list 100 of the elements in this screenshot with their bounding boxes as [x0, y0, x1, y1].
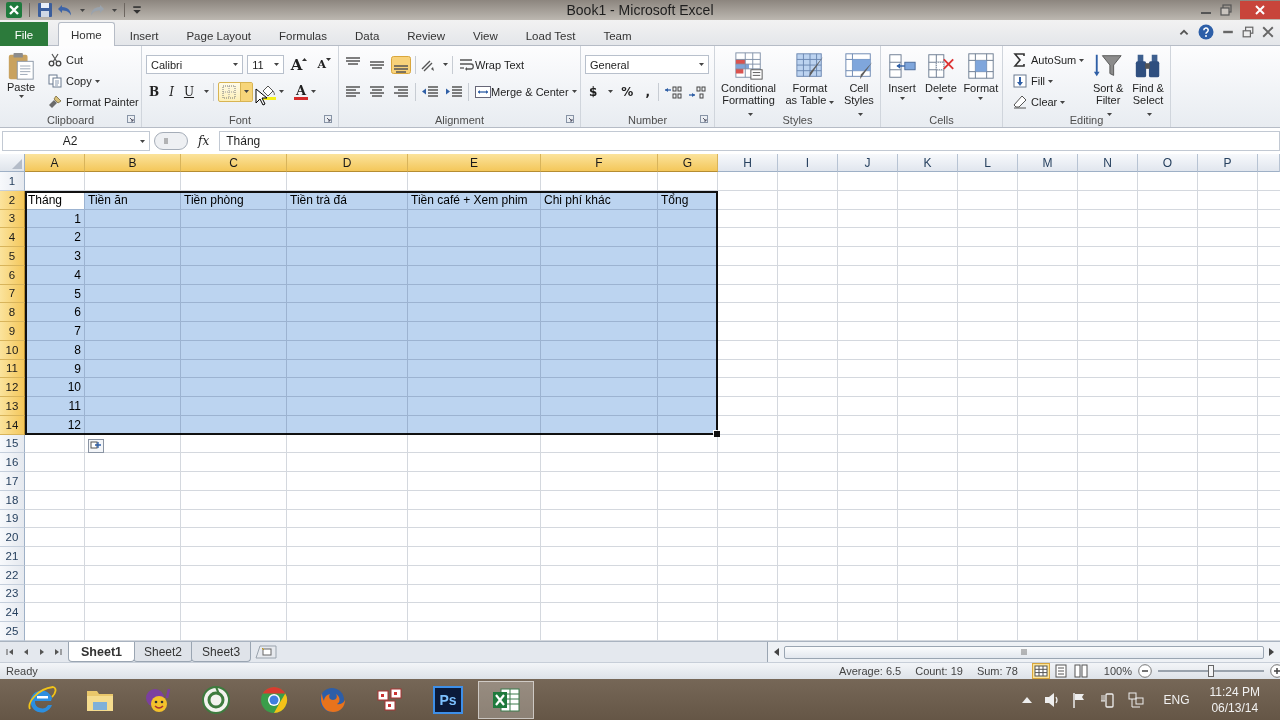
close-icon[interactable]: [1240, 1, 1280, 19]
taskbar-button[interactable]: [478, 680, 534, 719]
shrink-font-button[interactable]: A: [314, 54, 334, 75]
first-sheet-icon[interactable]: [6, 648, 14, 656]
close-icon[interactable]: [1262, 26, 1274, 38]
row-header[interactable]: 17: [0, 472, 25, 491]
cells-button[interactable]: Insert: [885, 50, 919, 112]
sort-filter-button[interactable]: Sort & Filter: [1090, 50, 1127, 112]
ribbon-tab[interactable]: Team: [590, 24, 645, 46]
row-header[interactable]: 8: [0, 303, 25, 322]
zoom-slider[interactable]: [1158, 664, 1264, 678]
column-header[interactable]: P: [1198, 154, 1258, 172]
fill-handle[interactable]: [713, 429, 721, 438]
ribbon-tab[interactable]: Page Layout: [173, 24, 265, 46]
zoom-slider-thumb[interactable]: [1208, 665, 1214, 677]
restore-icon[interactable]: [1220, 4, 1232, 16]
formula-field[interactable]: Tháng: [219, 131, 1280, 151]
zoom-out-icon[interactable]: [1138, 664, 1152, 678]
row-header[interactable]: 12: [0, 378, 25, 397]
underline-button[interactable]: U: [180, 81, 198, 102]
taskbar-button[interactable]: Ps: [420, 680, 476, 719]
last-sheet-icon[interactable]: [54, 648, 62, 656]
percent-button[interactable]: %: [617, 81, 638, 102]
ribbon-tab[interactable]: Review: [394, 24, 458, 46]
column-header[interactable]: F: [541, 154, 658, 172]
caret-up-icon[interactable]: [1021, 696, 1032, 703]
restore-icon[interactable]: [1242, 26, 1254, 38]
merge-center-button[interactable]: Merge & Center: [473, 81, 579, 102]
cut-button[interactable]: Cut: [46, 50, 141, 70]
customize-toolbar-icon[interactable]: [132, 5, 142, 15]
row-header[interactable]: 4: [0, 228, 25, 247]
speaker-icon[interactable]: [1043, 691, 1060, 708]
column-header[interactable]: H: [718, 154, 778, 172]
cells-button[interactable]: Delete: [923, 50, 959, 112]
battery-icon[interactable]: [1099, 691, 1116, 708]
font-name-field[interactable]: Calibri: [146, 55, 244, 74]
help-icon[interactable]: [1198, 24, 1214, 40]
sheet-tab[interactable]: Sheet2: [133, 642, 194, 662]
bold-button[interactable]: B: [146, 81, 163, 102]
row-header[interactable]: 24: [0, 603, 25, 622]
currency-button[interactable]: $: [585, 81, 602, 102]
row-header[interactable]: 21: [0, 547, 25, 566]
column-header[interactable]: G: [658, 154, 718, 172]
column-header[interactable]: C: [181, 154, 287, 172]
save-icon[interactable]: [37, 2, 53, 18]
italic-button[interactable]: I: [166, 81, 177, 102]
dialog-launcher-icon[interactable]: [324, 115, 332, 123]
ribbon-tab[interactable]: Data: [342, 24, 393, 46]
styles-button[interactable]: Format as Table: [782, 50, 838, 112]
network-icon[interactable]: [1127, 691, 1144, 708]
paste-button[interactable]: Paste: [4, 50, 38, 112]
page-break-view-icon[interactable]: [1071, 663, 1090, 679]
styles-button[interactable]: Conditional Formatting: [719, 50, 779, 112]
new-sheet-icon[interactable]: [255, 645, 278, 659]
number-format-field[interactable]: General: [585, 55, 709, 74]
previous-sheet-icon[interactable]: [22, 648, 30, 656]
styles-button[interactable]: Cell Styles: [841, 50, 876, 112]
grow-font-button[interactable]: A: [287, 54, 311, 75]
ribbon-tab[interactable]: Insert: [116, 24, 172, 46]
zoom-percent[interactable]: 100%: [1103, 665, 1132, 677]
scroll-right-icon[interactable]: [1268, 648, 1274, 656]
ribbon-tab[interactable]: Load Test: [512, 24, 589, 46]
row-header[interactable]: 13: [0, 397, 25, 416]
insert-function-button[interactable]: fx: [192, 131, 216, 151]
sheet-tab[interactable]: Sheet1: [68, 642, 135, 662]
scrollbar-thumb[interactable]: [784, 645, 1264, 659]
ribbon-tab[interactable]: Formulas: [266, 24, 340, 46]
dialog-launcher-icon[interactable]: [566, 115, 574, 123]
column-header[interactable]: D: [287, 154, 408, 172]
column-header[interactable]: E: [408, 154, 541, 172]
paste-options-icon[interactable]: [88, 438, 104, 453]
row-header[interactable]: 9: [0, 322, 25, 341]
font-color-button[interactable]: A: [291, 81, 320, 102]
ribbon-tab[interactable]: View: [460, 24, 511, 46]
sheet-tab[interactable]: Sheet3: [191, 642, 252, 662]
comma-style-button[interactable]: ,: [641, 81, 654, 102]
autosum-button[interactable]: AutoSum: [1011, 50, 1087, 70]
column-header[interactable]: K: [898, 154, 958, 172]
cells-button[interactable]: Format: [962, 50, 999, 112]
column-header[interactable]: L: [958, 154, 1018, 172]
row-header[interactable]: 25: [0, 622, 25, 641]
zoom-in-icon[interactable]: [1270, 664, 1280, 678]
grip-icon[interactable]: [154, 132, 188, 150]
row-header[interactable]: 1: [0, 172, 25, 191]
name-box[interactable]: A2: [2, 131, 150, 151]
column-header[interactable]: M: [1018, 154, 1078, 172]
ribbon-tab[interactable]: Home: [58, 22, 115, 46]
row-header[interactable]: 20: [0, 528, 25, 547]
column-header[interactable]: B: [85, 154, 181, 172]
row-header[interactable]: 5: [0, 247, 25, 266]
clear-button[interactable]: Clear: [1011, 92, 1087, 112]
scroll-left-icon[interactable]: [774, 648, 780, 656]
column-header[interactable]: J: [838, 154, 898, 172]
language-indicator[interactable]: ENG: [1163, 692, 1190, 707]
vertical-align-icon[interactable]: [391, 55, 411, 74]
wrap-text-button[interactable]: Wrap Text: [457, 54, 527, 75]
dialog-launcher-icon[interactable]: [700, 115, 708, 123]
column-header[interactable]: O: [1138, 154, 1198, 172]
dialog-launcher-icon[interactable]: [127, 115, 135, 123]
format-painter-button[interactable]: Format Painter: [46, 92, 141, 112]
